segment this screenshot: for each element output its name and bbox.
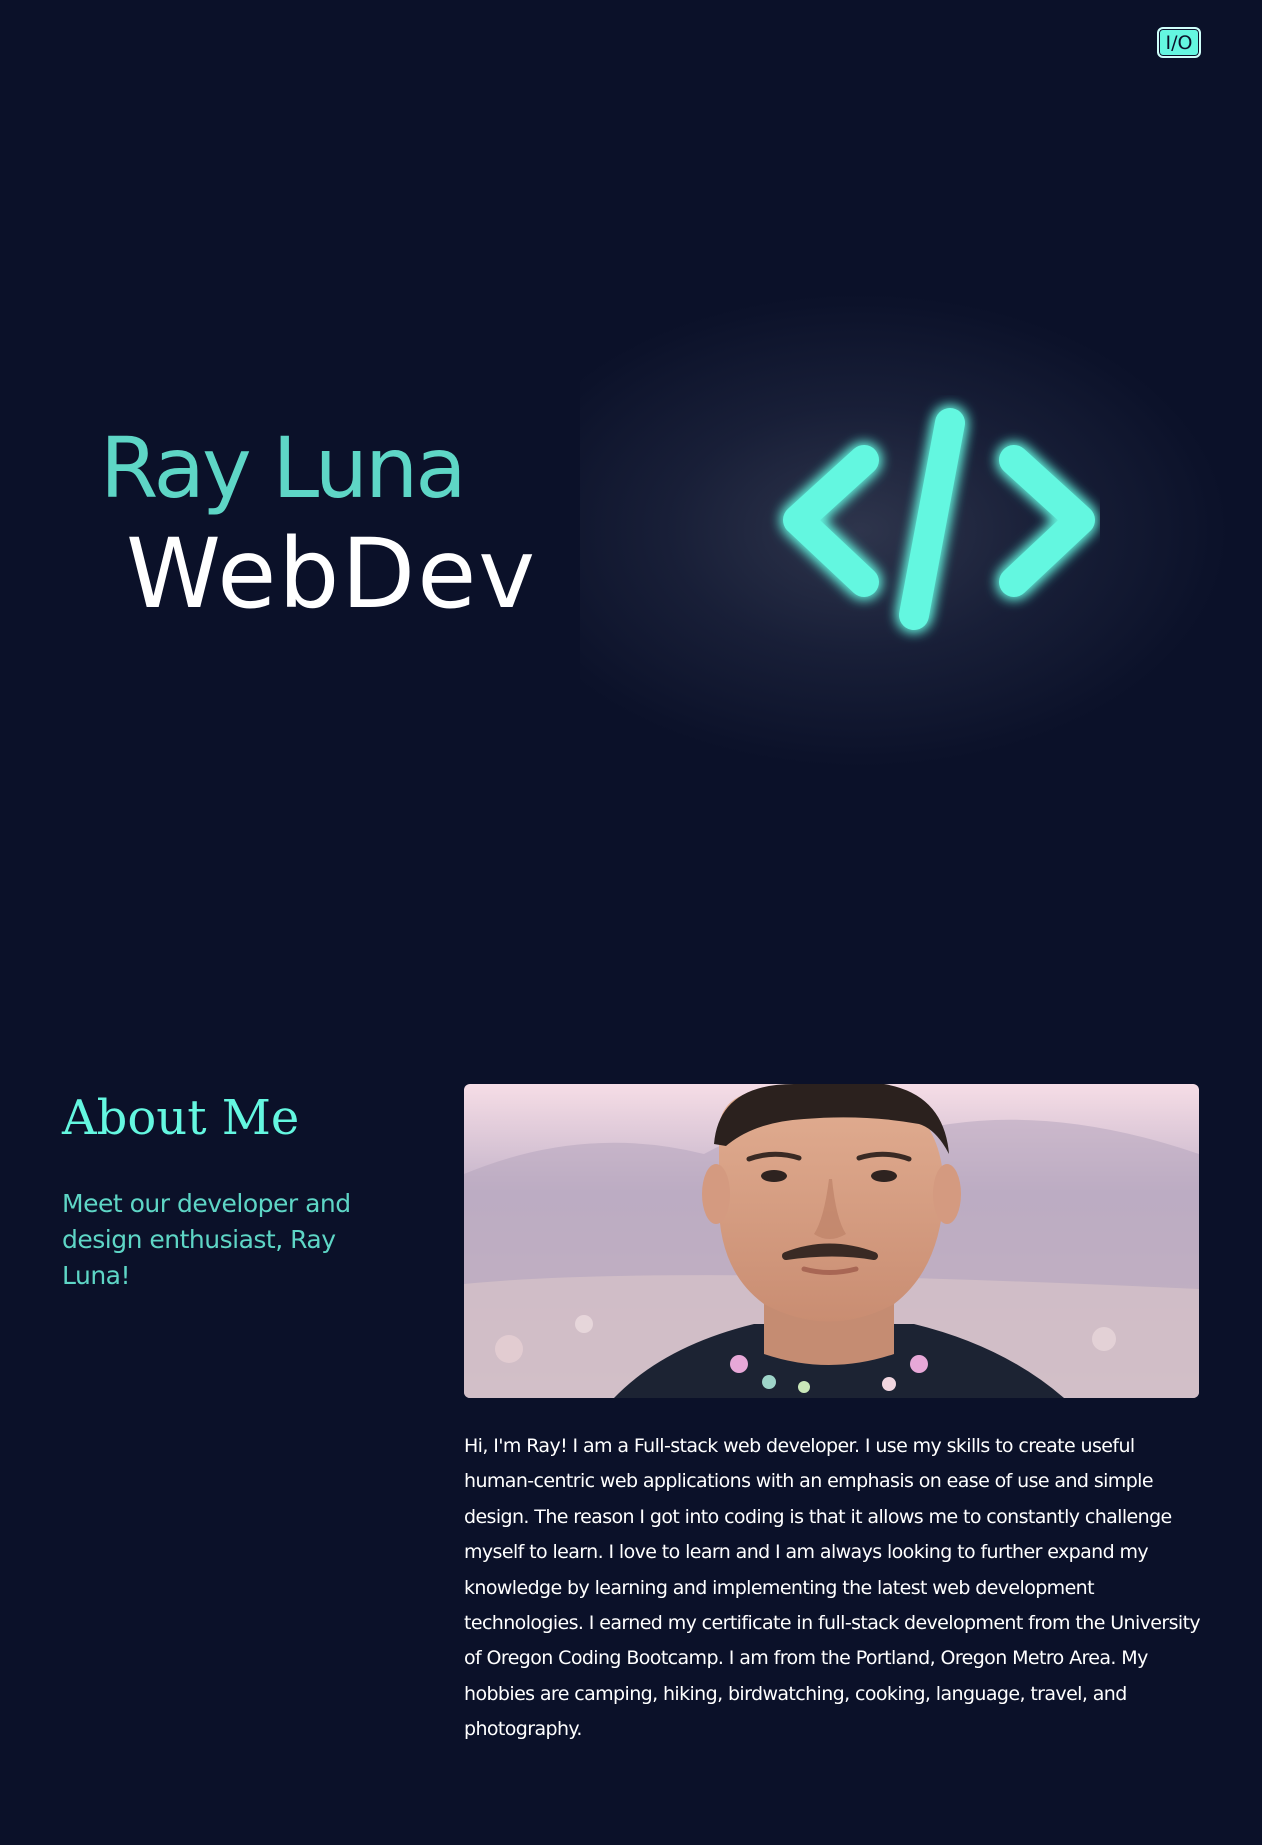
hero-role: WebDev: [126, 518, 538, 630]
about-tagline: Meet our developer and design enthusiast…: [62, 1189, 351, 1290]
nav-toggle-button[interactable]: I/O: [1157, 27, 1201, 58]
portrait-photo: [464, 1084, 1199, 1398]
hero-name: Ray Luna: [100, 419, 467, 517]
about-title: About Me: [62, 1090, 300, 1146]
about-bio: Hi, I'm Ray! I am a Full-stack web devel…: [464, 1435, 1201, 1741]
code-brackets-icon: [783, 408, 1095, 630]
